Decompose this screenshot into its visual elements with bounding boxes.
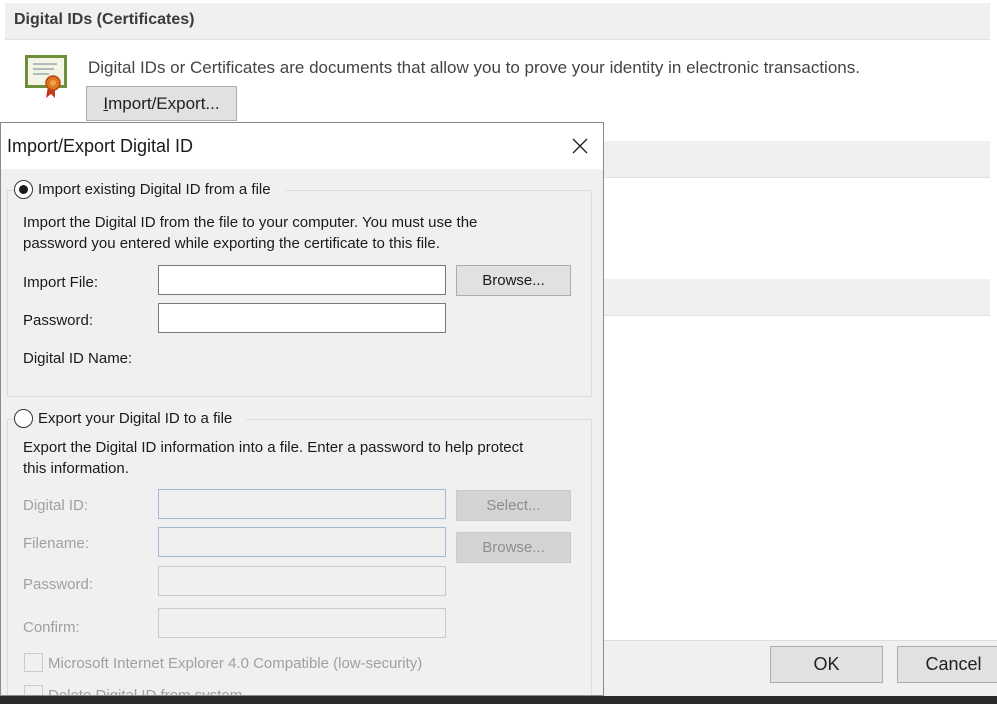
- delete-digital-id-label: Delete Digital ID from system: [48, 687, 243, 696]
- import-radio[interactable]: Import existing Digital ID from a file: [14, 180, 285, 199]
- import-group: Import existing Digital ID from a file I…: [7, 180, 592, 397]
- dialog-title: Import/Export Digital ID: [7, 136, 194, 156]
- ie4-compatible-label: Microsoft Internet Explorer 4.0 Compatib…: [48, 655, 423, 672]
- import-description: Import the Digital ID from the file to y…: [23, 212, 477, 254]
- filename-label: Filename:: [23, 535, 89, 552]
- export-radio-button[interactable]: [14, 409, 33, 428]
- import-password-input[interactable]: [158, 303, 446, 333]
- delete-digital-id-checkbox[interactable]: [24, 685, 43, 695]
- ok-button[interactable]: OK: [770, 646, 883, 683]
- section-header-digital-ids: Digital IDs (Certificates): [5, 3, 990, 40]
- digital-id-name-label: Digital ID Name:: [23, 350, 133, 367]
- import-radio-label: Import existing Digital ID from a file: [38, 181, 271, 198]
- import-description-line: password you entered while exporting the…: [23, 235, 440, 252]
- filename-field[interactable]: [158, 527, 446, 557]
- export-description-line: Export the Digital ID information into a…: [23, 439, 524, 456]
- digital-ids-description: Digital IDs or Certificates are document…: [88, 58, 860, 77]
- export-password-field[interactable]: [158, 566, 446, 596]
- confirm-label: Confirm:: [23, 619, 80, 636]
- section-header-band: [604, 141, 990, 178]
- import-export-label: mport/Export...: [108, 93, 220, 113]
- export-radio[interactable]: Export your Digital ID to a file: [14, 409, 247, 428]
- import-browse-button[interactable]: Browse...: [456, 265, 571, 296]
- digital-id-field[interactable]: [158, 489, 446, 519]
- import-radio-button[interactable]: [14, 180, 33, 199]
- digital-id-label: Digital ID:: [23, 497, 89, 514]
- import-file-label: Import File:: [23, 274, 99, 291]
- taskbar: [0, 696, 997, 704]
- import-browse-label: Browse...: [482, 272, 545, 289]
- export-browse-button[interactable]: Browse...: [456, 532, 571, 563]
- cancel-label: Cancel: [925, 654, 982, 674]
- export-description-line: this information.: [23, 460, 129, 477]
- ok-label: OK: [813, 654, 840, 674]
- section-title: Digital IDs (Certificates): [14, 11, 195, 28]
- section-header-band: [604, 279, 990, 316]
- export-description: Export the Digital ID information into a…: [23, 437, 523, 479]
- import-export-dialog: Import/Export Digital ID Import existing…: [0, 122, 604, 696]
- export-browse-label: Browse...: [482, 539, 545, 556]
- close-icon[interactable]: [557, 132, 601, 162]
- import-export-button[interactable]: Import/Export...: [86, 86, 237, 121]
- export-group: Export your Digital ID to a file Export …: [7, 409, 592, 696]
- confirm-field[interactable]: [158, 608, 446, 638]
- password-label: Password:: [23, 312, 94, 329]
- export-password-label: Password:: [23, 576, 94, 593]
- ie4-compatible-checkbox[interactable]: [24, 653, 43, 672]
- select-label: Select...: [486, 497, 541, 514]
- dialog-titlebar: Import/Export Digital ID: [1, 123, 603, 169]
- import-description-line: Import the Digital ID from the file to y…: [23, 214, 478, 231]
- export-radio-label: Export your Digital ID to a file: [38, 410, 233, 427]
- cancel-button[interactable]: Cancel: [897, 646, 997, 683]
- certificate-icon: [24, 52, 68, 100]
- select-button[interactable]: Select...: [456, 490, 571, 521]
- import-file-input[interactable]: [158, 265, 446, 295]
